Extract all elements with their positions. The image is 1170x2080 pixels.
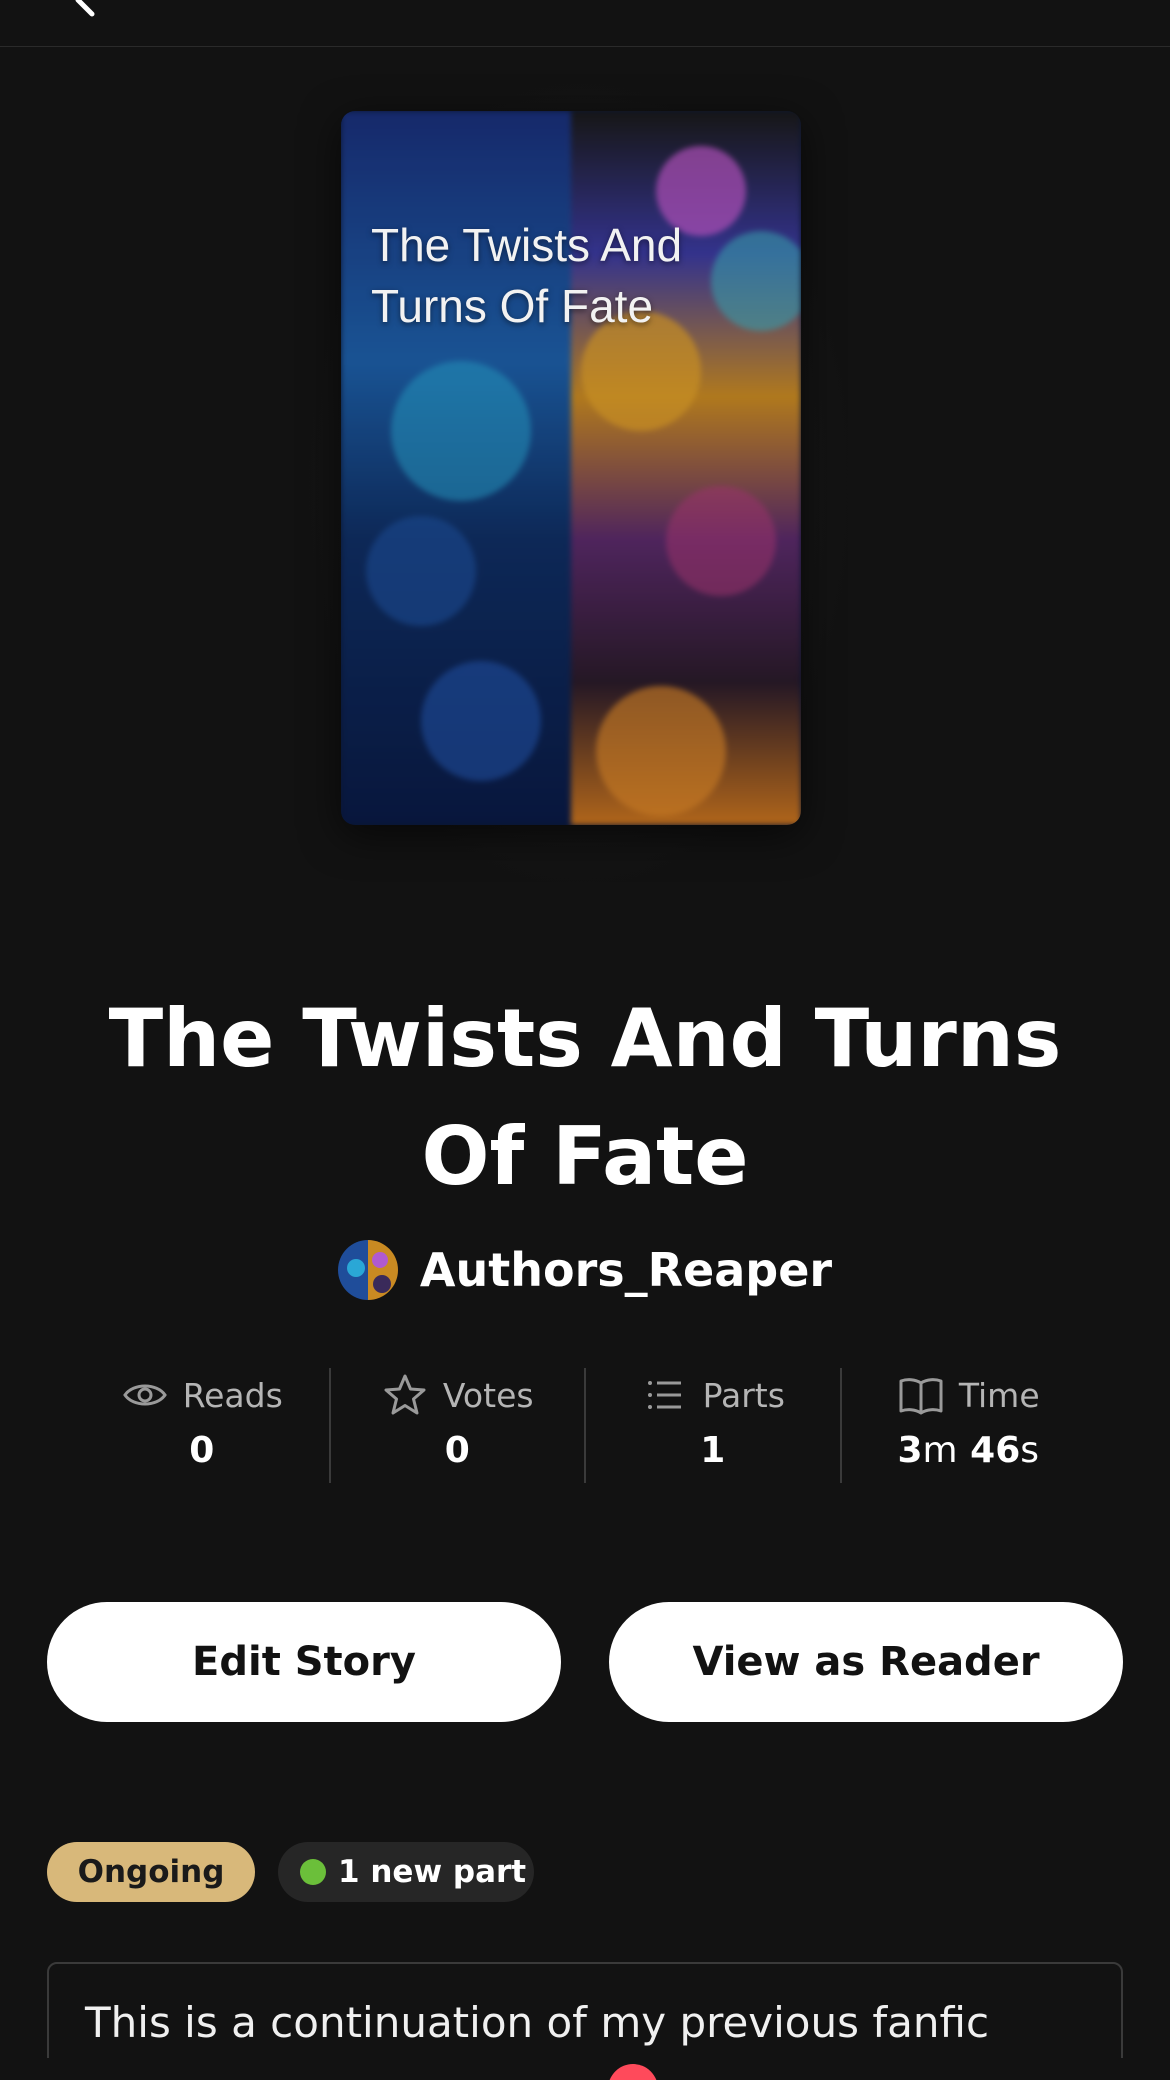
- stat-time: Time 3m 46s: [842, 1368, 1096, 1483]
- edit-story-button[interactable]: Edit Story: [47, 1602, 561, 1722]
- author-name[interactable]: Authors_Reaper: [420, 1243, 832, 1297]
- stat-label: Reads: [182, 1375, 283, 1415]
- stat-reads: Reads 0: [75, 1368, 331, 1483]
- story-cover[interactable]: The Twists And Turns Of Fate: [341, 111, 801, 825]
- eye-icon: [122, 1384, 167, 1406]
- view-as-reader-button[interactable]: View as Reader: [609, 1602, 1123, 1722]
- stat-value: 3m 46s: [897, 1430, 1039, 1471]
- time-minutes: 3: [897, 1430, 923, 1471]
- notification-badge: [608, 2064, 658, 2080]
- new-parts-badge: 1 new part: [278, 1842, 534, 1902]
- status-badge: Ongoing: [47, 1842, 255, 1902]
- top-bar: [0, 0, 1170, 47]
- author-row[interactable]: Authors_Reaper: [0, 1237, 1170, 1303]
- new-parts-text: 1 new part: [338, 1854, 527, 1890]
- stat-parts: Parts 1: [586, 1368, 842, 1483]
- time-minutes-unit: m: [922, 1430, 958, 1471]
- stat-value: 0: [444, 1430, 470, 1471]
- story-details-page: The Twists And Turns Of Fate The Twists …: [0, 0, 1170, 2080]
- stat-votes: Votes 0: [331, 1368, 586, 1483]
- cover-title-text: The Twists And Turns Of Fate: [371, 219, 683, 332]
- book-icon: [899, 1378, 943, 1415]
- description-text: This is a continuation of my previous fa…: [85, 1998, 990, 2047]
- author-avatar[interactable]: [337, 1240, 398, 1300]
- stat-value: 1: [700, 1430, 726, 1471]
- bottom-navigation: [0, 2058, 1170, 2080]
- story-stats: Reads 0 Votes 0 Parts 1 Time 3m 46s: [75, 1368, 1095, 1483]
- list-icon: [647, 1381, 681, 1409]
- stat-label: Time: [958, 1375, 1040, 1415]
- new-indicator-dot: [300, 1859, 326, 1885]
- time-seconds-unit: s: [1020, 1430, 1040, 1471]
- time-seconds: 46: [970, 1430, 1021, 1471]
- stat-label: Parts: [702, 1375, 785, 1415]
- chevron-left-icon[interactable]: [62, 0, 112, 18]
- stat-label: Votes: [442, 1375, 534, 1415]
- star-icon: [384, 1374, 426, 1415]
- stat-value: 0: [189, 1430, 215, 1471]
- story-title: The Twists And Turns Of Fate: [108, 992, 1062, 1203]
